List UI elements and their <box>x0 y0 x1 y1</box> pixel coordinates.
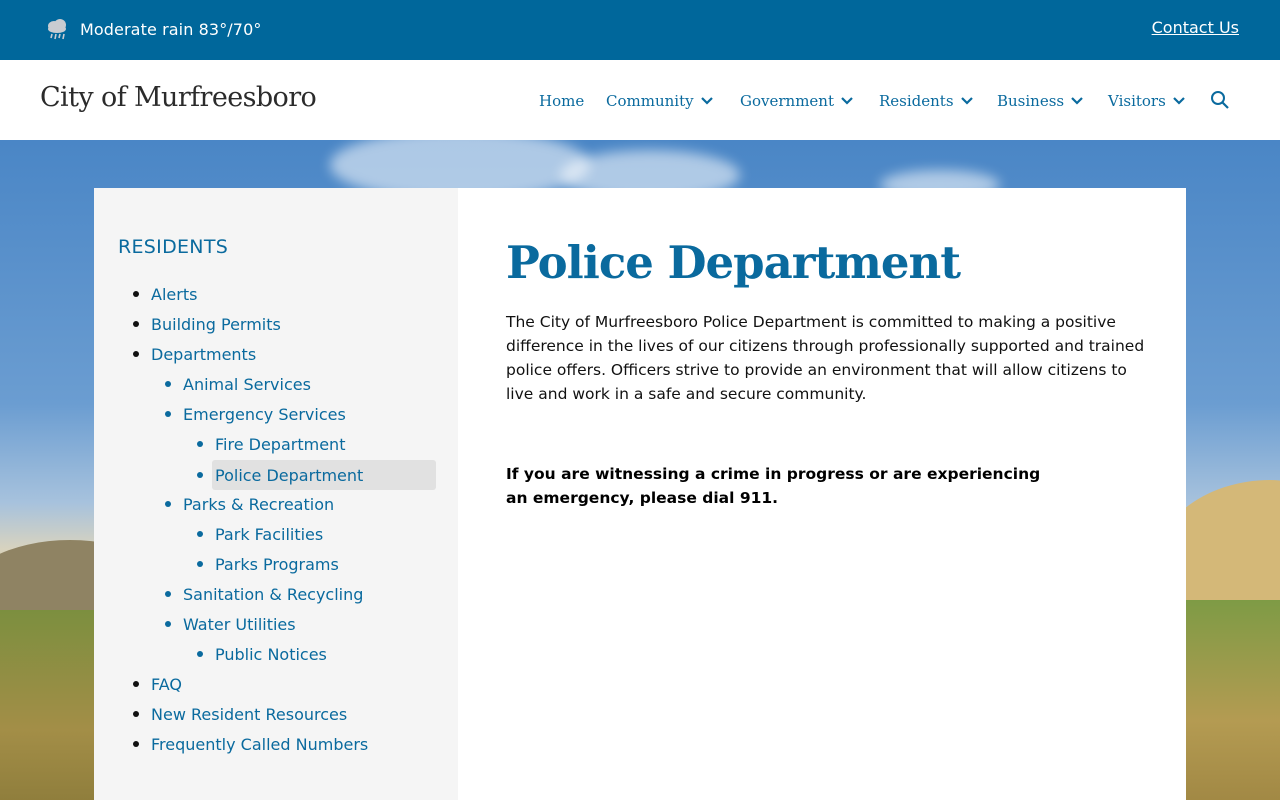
sidebar-item-label: New Resident Resources <box>151 704 348 724</box>
sidebar-item-alerts[interactable]: Alerts <box>133 279 198 309</box>
sidebar-item-label: Police Department <box>215 465 364 485</box>
sidebar-item-label: FAQ <box>151 674 182 694</box>
emergency-notice: If you are witnessing a crime in progres… <box>506 465 1041 507</box>
sidebar-list: Alerts Building Permits Departments Anim… <box>94 188 458 800</box>
weather-widget: Moderate rain 83°/70° <box>46 16 261 42</box>
chevron-down-icon <box>960 97 973 105</box>
sidebar-item-label: Water Utilities <box>183 614 296 634</box>
sidebar-item-police-department[interactable]: Police Department <box>197 460 436 490</box>
site-title[interactable]: City of Murfreesboro <box>40 82 317 113</box>
sidebar-item-label: Parks & Recreation <box>183 494 335 514</box>
nav-visitors[interactable]: Visitors <box>1108 89 1186 113</box>
sidebar-item-sanitation-recycling[interactable]: Sanitation & Recycling <box>165 579 364 609</box>
sidebar-item-label: Emergency Services <box>183 404 346 424</box>
sidebar-item-parks-recreation[interactable]: Parks & Recreation <box>165 489 335 519</box>
sidebar-item-faq[interactable]: FAQ <box>133 669 182 699</box>
content-panel: RESIDENTS Alerts Building Permits Depart… <box>94 188 1186 800</box>
sidebar-item-emergency-services[interactable]: Emergency Services <box>165 399 346 429</box>
chevron-down-icon <box>1071 97 1083 105</box>
chevron-down-icon <box>841 97 853 105</box>
sidebar-item-water-utilities[interactable]: Water Utilities <box>165 609 296 639</box>
chevron-down-icon <box>700 97 713 105</box>
nav-label: Government <box>740 92 834 110</box>
weather-text: Moderate rain 83°/70° <box>80 19 262 39</box>
sidebar-item-label: Departments <box>151 344 257 364</box>
sidebar-item-label: Frequently Called Numbers <box>151 734 369 754</box>
sidebar-item-label: Sanitation & Recycling <box>183 584 364 604</box>
nav-residents[interactable]: Residents <box>879 89 974 113</box>
nav-community[interactable]: Community <box>606 89 714 113</box>
chevron-down-icon <box>1173 97 1185 105</box>
sidebar-item-public-notices[interactable]: Public Notices <box>197 639 327 669</box>
contact-us-link[interactable]: Contact Us <box>1152 18 1239 37</box>
sidebar-item-park-facilities[interactable]: Park Facilities <box>197 519 324 549</box>
sidebar-item-label: Parks Programs <box>215 554 339 574</box>
search-icon[interactable] <box>1210 90 1230 110</box>
sidebar-item-departments[interactable]: Departments <box>133 339 257 369</box>
nav-home[interactable]: Home <box>539 89 584 113</box>
sidebar-item-label: Park Facilities <box>215 524 324 544</box>
intro-paragraph: The City of Murfreesboro Police Departme… <box>506 313 1145 403</box>
top-bar: Moderate rain 83°/70° Contact Us <box>0 0 1280 60</box>
main-content: Police Department The City of Murfreesbo… <box>506 188 1186 800</box>
sidebar-item-frequently-called-numbers[interactable]: Frequently Called Numbers <box>133 729 369 759</box>
nav-business[interactable]: Business <box>997 89 1084 113</box>
nav-label: Community <box>606 92 694 110</box>
sidebar-item-label: Alerts <box>151 284 198 304</box>
nav-label: Home <box>539 92 585 110</box>
sidebar-item-label: Fire Department <box>215 434 346 454</box>
page-title: Police Department <box>506 236 961 289</box>
nav-label: Business <box>997 92 1065 110</box>
nav-label: Residents <box>879 92 954 110</box>
sidebar-item-fire-department[interactable]: Fire Department <box>197 429 346 459</box>
sidebar-nav: RESIDENTS Alerts Building Permits Depart… <box>94 188 458 800</box>
site-header: City of Murfreesboro Home Community Gove… <box>0 60 1280 140</box>
sidebar-item-new-resident-resources[interactable]: New Resident Resources <box>133 699 348 729</box>
sidebar-item-label: Animal Services <box>183 374 311 394</box>
sidebar-item-label: Building Permits <box>151 314 281 334</box>
sidebar-item-building-permits[interactable]: Building Permits <box>133 309 281 339</box>
nav-government[interactable]: Government <box>740 89 854 113</box>
sidebar-item-parks-programs[interactable]: Parks Programs <box>197 549 339 579</box>
rain-cloud-icon <box>48 19 66 40</box>
sidebar-item-label: Public Notices <box>215 644 327 664</box>
nav-label: Visitors <box>1108 92 1166 110</box>
sidebar-item-animal-services[interactable]: Animal Services <box>165 369 311 399</box>
